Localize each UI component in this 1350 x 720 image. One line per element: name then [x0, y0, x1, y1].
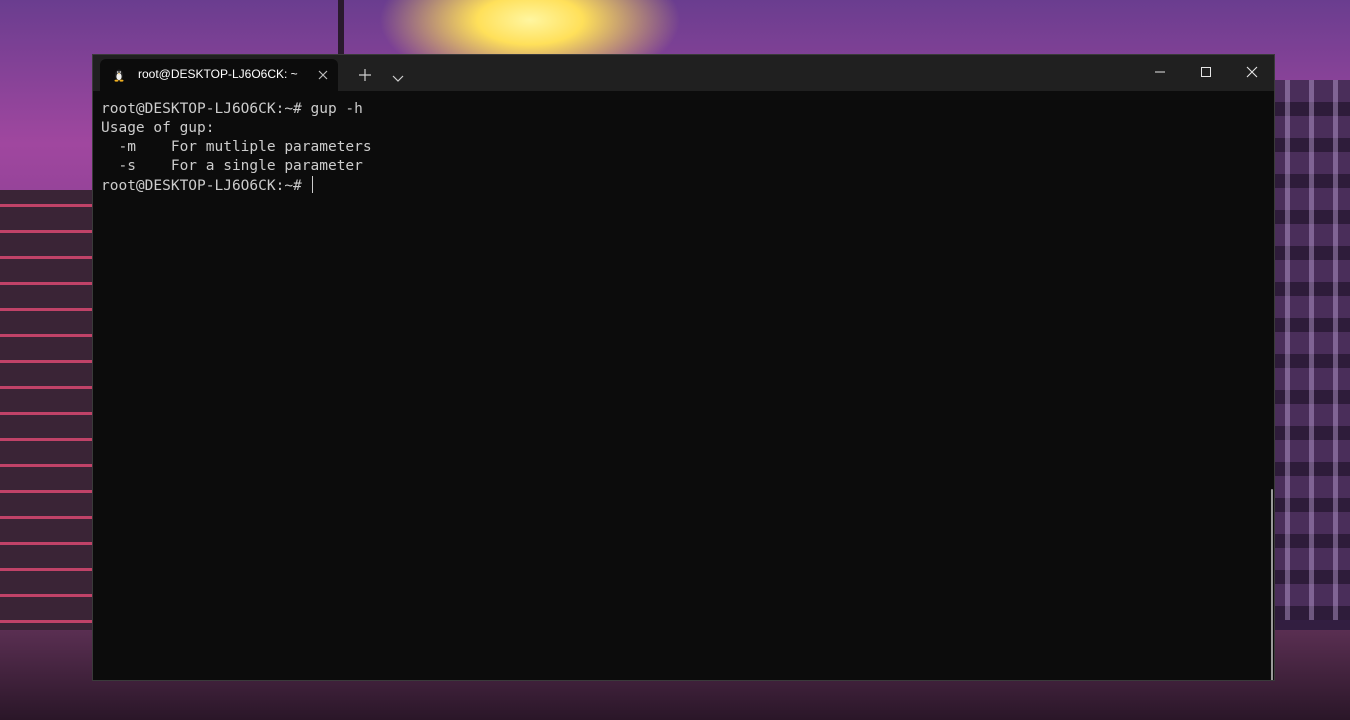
- text-cursor: [311, 176, 313, 193]
- terminal-prompt: root@DESKTOP-LJ6O6CK:~#: [101, 178, 311, 194]
- terminal-text: root@DESKTOP-LJ6O6CK:~# gup -h Usage of g…: [101, 100, 372, 195]
- title-bar[interactable]: root@DESKTOP-LJ6O6CK: ~: [93, 55, 1274, 91]
- terminal-output[interactable]: root@DESKTOP-LJ6O6CK:~# gup -h Usage of g…: [93, 91, 1274, 680]
- maximize-button[interactable]: [1183, 55, 1229, 91]
- wallpaper-building-right: [1275, 80, 1350, 620]
- minimize-icon: [1155, 71, 1165, 73]
- wallpaper-street-lamp: [338, 0, 344, 54]
- close-icon[interactable]: [316, 68, 330, 82]
- maximize-icon: [1201, 67, 1211, 77]
- wallpaper-building-left: [0, 190, 92, 630]
- terminal-window: root@DESKTOP-LJ6O6CK: ~ root@DESKTOP-LJ6…: [92, 54, 1275, 681]
- scrollbar[interactable]: [1271, 489, 1273, 680]
- chevron-down-icon[interactable]: [392, 69, 404, 82]
- terminal-line: -m For mutliple parameters: [101, 139, 372, 155]
- linux-penguin-icon: [112, 68, 126, 82]
- terminal-prompt-line[interactable]: root@DESKTOP-LJ6O6CK:~#: [101, 176, 372, 195]
- terminal-line: root@DESKTOP-LJ6O6CK:~# gup -h: [101, 101, 363, 117]
- close-icon: [1246, 66, 1258, 78]
- plus-icon[interactable]: [358, 67, 372, 81]
- close-window-button[interactable]: [1229, 55, 1275, 91]
- terminal-line: Usage of gup:: [101, 120, 215, 136]
- terminal-line: -s For a single parameter: [101, 158, 363, 174]
- tab-terminal[interactable]: root@DESKTOP-LJ6O6CK: ~: [100, 59, 338, 91]
- tab-title: root@DESKTOP-LJ6O6CK: ~: [138, 67, 298, 81]
- minimize-button[interactable]: [1137, 55, 1183, 91]
